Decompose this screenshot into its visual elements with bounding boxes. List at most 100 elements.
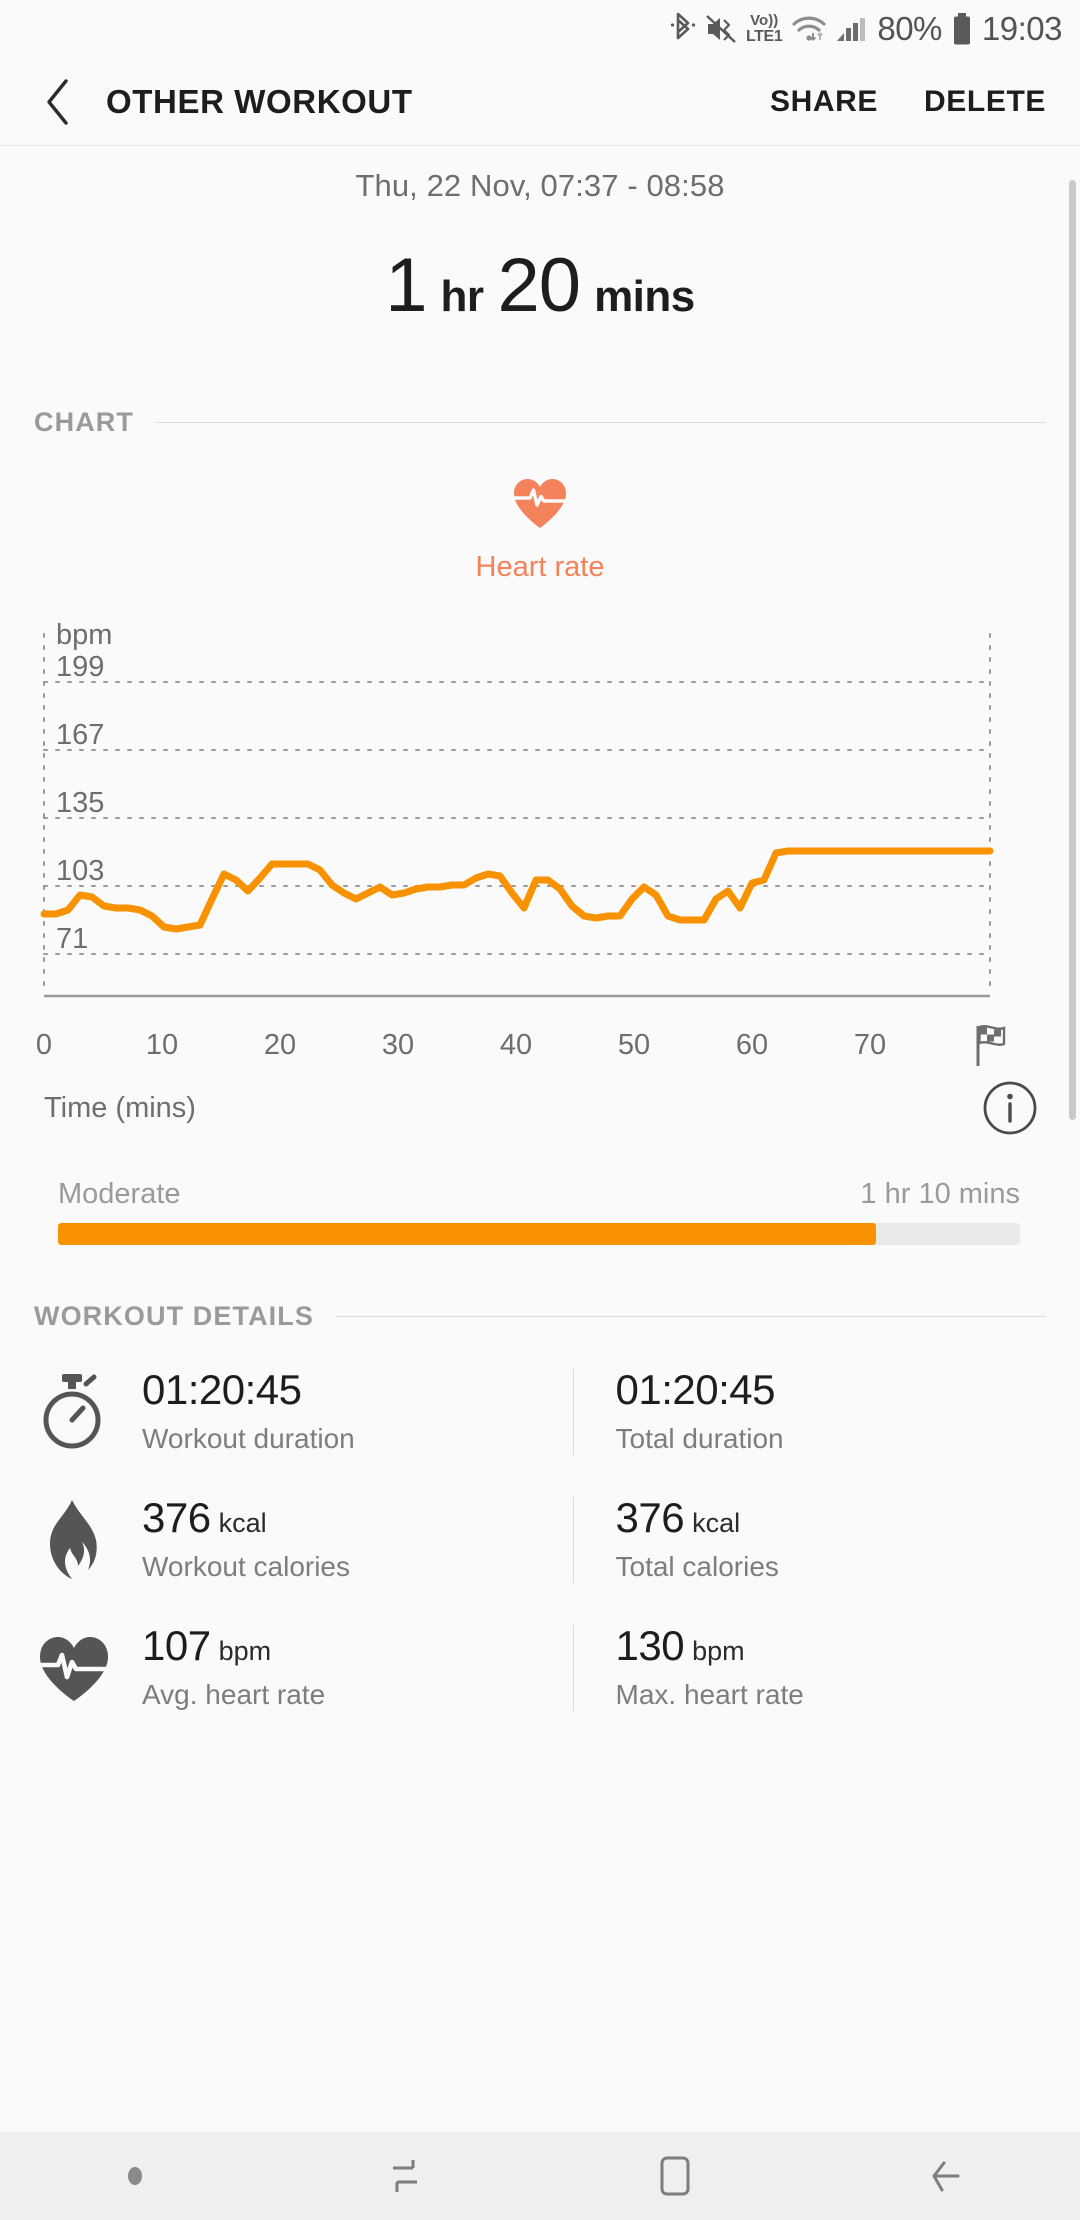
heart-rate-label: Heart rate [475,551,605,583]
zone-row: Moderate 1 hr 10 mins [58,1178,1020,1211]
recents-icon [393,2160,417,2192]
signal-icon [836,14,868,44]
detail-label: Avg. heart rate [142,1679,326,1710]
x-tick-30: 30 [382,1029,414,1061]
detail-cell-right: 01:20:45 Total duration [572,1369,1047,1455]
chart-section-label: CHART [34,407,134,437]
chart-footer: Time (mins) [0,1080,1080,1136]
detail-cells: 376 kcal Workout calories 376 kcal Total c… [142,1497,1046,1583]
heart-rate-series [40,847,994,933]
y-tick-71: 71 [56,923,88,955]
detail-label: Total duration [615,1423,784,1454]
nav-home-button[interactable] [540,2152,810,2200]
detail-label: Total calories [615,1551,779,1582]
clock-time: 19:03 [981,10,1063,47]
flame-icon [34,1498,142,1582]
share-button[interactable]: SHARE [770,85,878,119]
x-tick-60: 60 [736,1029,768,1061]
x-tick-10: 10 [146,1029,178,1061]
detail-number: 107 [142,1622,211,1669]
x-tick-40: 40 [500,1029,532,1061]
y-axis-unit-label: bpm [56,622,112,651]
detail-cell-right: 130 bpm Max. heart rate [572,1622,1047,1711]
y-tick-135: 135 [56,787,104,819]
battery-icon [951,12,973,46]
detail-value: 376 kcal [142,1497,573,1539]
details-section-header: WORKOUT DETAILS [0,1301,1080,1332]
duration-hours-unit: hr [440,272,485,321]
detail-unit: bpm [692,1636,745,1666]
zone-progress-fill [58,1223,876,1245]
page-title: OTHER WORKOUT [106,82,413,120]
volte-line-2: LTE1 [746,28,783,45]
chart-section-header: CHART [0,407,1080,438]
nav-dot-indicator[interactable] [0,2167,270,2185]
heart-rate-legend: Heart rate [0,476,1080,584]
chart-info-button[interactable] [982,1080,1038,1136]
android-navigation-bar [0,2132,1080,2220]
details-list: 01:20:45 Workout duration 01:20:45 Total… [0,1348,1080,1732]
chart-axis-lines [43,633,991,995]
detail-cell-left: 107 bpm Avg. heart rate [142,1625,573,1711]
detail-unit: kcal [692,1508,741,1538]
dot-indicator-icon [128,2167,142,2185]
section-divider [335,1316,1046,1317]
detail-row: 01:20:45 Workout duration 01:20:45 Total… [0,1348,1080,1476]
detail-unit: kcal [218,1508,267,1538]
scroll-content[interactable]: Thu, 22 Nov, 07:37 - 08:58 1 hr 20 mins … [0,146,1080,2220]
info-icon [983,1081,1037,1135]
nav-recents-button[interactable] [270,2154,540,2198]
detail-cell-left: 01:20:45 Workout duration [142,1369,573,1455]
detail-cell-right: 376 kcal Total calories [572,1497,1047,1583]
back-icon [932,2161,960,2192]
workout-date-range: Thu, 22 Nov, 07:37 - 08:58 [355,168,725,203]
chart-x-tick-labels: 0 10 20 30 40 50 60 70 [36,1025,1006,1066]
mute-icon [705,13,737,45]
detail-unit: bpm [218,1636,272,1666]
volte-line-1: Vo)) [750,12,779,29]
detail-number: 01:20:45 [142,1366,302,1413]
detail-number: 376 [615,1494,685,1541]
heart-pulse-icon [34,1631,142,1705]
zone-progress-track [58,1223,1020,1245]
heart-rate-icon [512,479,568,528]
detail-number: 130 [615,1622,685,1669]
back-button[interactable] [30,73,88,131]
delete-button[interactable]: DELETE [924,85,1046,119]
section-divider [156,422,1046,423]
checkered-flag-icon [976,1025,1006,1066]
duration-minutes-value: 20 [497,243,582,328]
workout-duration-headline: 1 hr 20 mins [0,242,1080,329]
detail-number: 01:20:45 [615,1366,776,1413]
x-tick-50: 50 [618,1029,650,1061]
bluetooth-icon [670,12,696,46]
detail-cell-left: 376 kcal Workout calories [142,1497,573,1583]
duration-hours-value: 1 [385,243,427,328]
battery-percent: 80% [877,10,942,47]
detail-value: 01:20:45 [616,1369,1047,1411]
detail-label: Workout calories [142,1551,351,1582]
x-tick-20: 20 [264,1029,296,1061]
detail-value: 107 bpm [142,1625,573,1667]
nav-back-button[interactable] [810,2153,1080,2199]
detail-number: 376 [142,1494,211,1541]
volte-icon: Vo)) LTE1 [746,12,783,45]
stopwatch-icon [34,1372,142,1452]
duration-minutes-unit: mins [594,272,695,321]
detail-value: 376 kcal [616,1497,1047,1539]
heart-rate-chart-svg: bpm 199 167 135 103 71 [40,622,994,998]
x-axis-title: Time (mins) [44,1091,196,1124]
detail-cells: 107 bpm Avg. heart rate 130 bpm Max. heart… [142,1625,1046,1711]
app-bar: OTHER WORKOUT SHARE DELETE [0,58,1080,146]
zone-time: 1 hr 10 mins [860,1178,1020,1210]
detail-label: Workout duration [142,1423,355,1454]
y-tick-103: 103 [56,855,104,887]
heart-rate-chart[interactable]: bpm 199 167 135 103 71 0 10 20 30 40 50 … [0,622,1080,1074]
detail-cells: 01:20:45 Workout duration 01:20:45 Total… [142,1369,1046,1455]
detail-row: 376 kcal Workout calories 376 kcal Total c… [0,1476,1080,1604]
zone-name: Moderate [58,1178,181,1210]
detail-label: Max. heart rate [615,1679,804,1710]
intensity-zone: Moderate 1 hr 10 mins [0,1178,1080,1245]
details-section-label: WORKOUT DETAILS [34,1301,314,1331]
wifi-icon [791,13,827,45]
